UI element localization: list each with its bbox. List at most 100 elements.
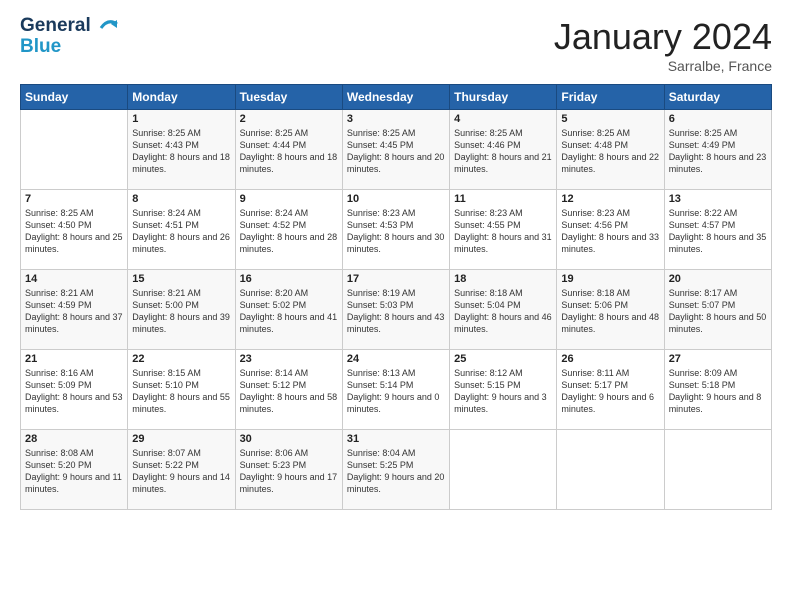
cell-info: Sunrise: 8:21 AMSunset: 4:59 PMDaylight:… <box>25 288 123 334</box>
calendar-cell: 25 Sunrise: 8:12 AMSunset: 5:15 PMDayligh… <box>450 350 557 430</box>
day-number: 4 <box>454 113 552 125</box>
calendar-cell: 20Sunrise: 8:17 AMSunset: 5:07 PMDayligh… <box>664 270 771 350</box>
cell-info: Sunrise: 8:13 AMSunset: 5:14 PMDaylight:… <box>347 368 440 414</box>
day-number: 12 <box>561 193 659 205</box>
calendar-cell <box>450 430 557 510</box>
logo-text: General <box>20 16 119 38</box>
day-number: 22 <box>132 353 230 365</box>
calendar-cell: 12 Sunrise: 8:23 AMSunset: 4:56 PMDayligh… <box>557 190 664 270</box>
col-header-wednesday: Wednesday <box>342 85 449 110</box>
calendar-cell: 24Sunrise: 8:13 AMSunset: 5:14 PMDayligh… <box>342 350 449 430</box>
cell-info: Sunrise: 8:06 AMSunset: 5:23 PMDaylight:… <box>240 448 338 494</box>
calendar-cell: 23 Sunrise: 8:14 AMSunset: 5:12 PMDayligh… <box>235 350 342 430</box>
cell-info: Sunrise: 8:25 AMSunset: 4:50 PMDaylight:… <box>25 208 123 254</box>
calendar-cell <box>557 430 664 510</box>
cell-info: Sunrise: 8:16 AMSunset: 5:09 PMDaylight:… <box>25 368 123 414</box>
week-row-2: 7 Sunrise: 8:25 AMSunset: 4:50 PMDaylight… <box>21 190 772 270</box>
day-number: 18 <box>454 273 552 285</box>
cell-info: Sunrise: 8:25 AMSunset: 4:44 PMDaylight:… <box>240 128 338 174</box>
day-number: 10 <box>347 193 445 205</box>
calendar-cell: 27 Sunrise: 8:09 AMSunset: 5:18 PMDayligh… <box>664 350 771 430</box>
day-number: 5 <box>561 113 659 125</box>
calendar-cell: 19Sunrise: 8:18 AMSunset: 5:06 PMDayligh… <box>557 270 664 350</box>
cell-info: Sunrise: 8:17 AMSunset: 5:07 PMDaylight:… <box>669 288 767 334</box>
day-number: 21 <box>25 353 123 365</box>
calendar-cell: 5 Sunrise: 8:25 AMSunset: 4:48 PMDaylight… <box>557 110 664 190</box>
cell-info: Sunrise: 8:24 AMSunset: 4:52 PMDaylight:… <box>240 208 338 254</box>
calendar-cell: 3Sunrise: 8:25 AMSunset: 4:45 PMDaylight… <box>342 110 449 190</box>
calendar-header-row: SundayMondayTuesdayWednesdayThursdayFrid… <box>21 85 772 110</box>
calendar-cell: 30Sunrise: 8:06 AMSunset: 5:23 PMDayligh… <box>235 430 342 510</box>
week-row-4: 21 Sunrise: 8:16 AMSunset: 5:09 PMDayligh… <box>21 350 772 430</box>
day-number: 11 <box>454 193 552 205</box>
week-row-5: 28Sunrise: 8:08 AMSunset: 5:20 PMDayligh… <box>21 430 772 510</box>
calendar-cell: 9 Sunrise: 8:24 AMSunset: 4:52 PMDaylight… <box>235 190 342 270</box>
calendar-cell: 15Sunrise: 8:21 AMSunset: 5:00 PMDayligh… <box>128 270 235 350</box>
calendar-cell: 4 Sunrise: 8:25 AMSunset: 4:46 PMDaylight… <box>450 110 557 190</box>
calendar-cell: 1 Sunrise: 8:25 AMSunset: 4:43 PMDaylight… <box>128 110 235 190</box>
col-header-friday: Friday <box>557 85 664 110</box>
calendar-cell: 22 Sunrise: 8:15 AMSunset: 5:10 PMDayligh… <box>128 350 235 430</box>
day-number: 2 <box>240 113 338 125</box>
calendar-cell: 29Sunrise: 8:07 AMSunset: 5:22 PMDayligh… <box>128 430 235 510</box>
day-number: 23 <box>240 353 338 365</box>
cell-info: Sunrise: 8:23 AMSunset: 4:56 PMDaylight:… <box>561 208 659 254</box>
col-header-saturday: Saturday <box>664 85 771 110</box>
calendar-cell: 7 Sunrise: 8:25 AMSunset: 4:50 PMDaylight… <box>21 190 128 270</box>
calendar-cell: 21 Sunrise: 8:16 AMSunset: 5:09 PMDayligh… <box>21 350 128 430</box>
calendar-cell: 6 Sunrise: 8:25 AMSunset: 4:49 PMDaylight… <box>664 110 771 190</box>
cell-info: Sunrise: 8:23 AMSunset: 4:53 PMDaylight:… <box>347 208 445 254</box>
cell-info: Sunrise: 8:25 AMSunset: 4:48 PMDaylight:… <box>561 128 659 174</box>
day-number: 16 <box>240 273 338 285</box>
day-number: 1 <box>132 113 230 125</box>
cell-info: Sunrise: 8:25 AMSunset: 4:45 PMDaylight:… <box>347 128 445 174</box>
calendar-cell: 31Sunrise: 8:04 AMSunset: 5:25 PMDayligh… <box>342 430 449 510</box>
logo-icon <box>97 16 119 38</box>
calendar-cell: 11 Sunrise: 8:23 AMSunset: 4:55 PMDayligh… <box>450 190 557 270</box>
calendar-cell: 8 Sunrise: 8:24 AMSunset: 4:51 PMDaylight… <box>128 190 235 270</box>
calendar-cell: 10 Sunrise: 8:23 AMSunset: 4:53 PMDayligh… <box>342 190 449 270</box>
cell-info: Sunrise: 8:24 AMSunset: 4:51 PMDaylight:… <box>132 208 230 254</box>
calendar-cell: 14 Sunrise: 8:21 AMSunset: 4:59 PMDayligh… <box>21 270 128 350</box>
cell-info: Sunrise: 8:15 AMSunset: 5:10 PMDaylight:… <box>132 368 230 414</box>
cell-info: Sunrise: 8:20 AMSunset: 5:02 PMDaylight:… <box>240 288 338 334</box>
day-number: 27 <box>669 353 767 365</box>
day-number: 31 <box>347 433 445 445</box>
day-number: 15 <box>132 273 230 285</box>
cell-info: Sunrise: 8:18 AMSunset: 5:04 PMDaylight:… <box>454 288 552 334</box>
col-header-tuesday: Tuesday <box>235 85 342 110</box>
col-header-monday: Monday <box>128 85 235 110</box>
cell-info: Sunrise: 8:19 AMSunset: 5:03 PMDaylight:… <box>347 288 445 334</box>
cell-info: Sunrise: 8:14 AMSunset: 5:12 PMDaylight:… <box>240 368 338 414</box>
calendar-cell: 2 Sunrise: 8:25 AMSunset: 4:44 PMDaylight… <box>235 110 342 190</box>
day-number: 6 <box>669 113 767 125</box>
day-number: 7 <box>25 193 123 205</box>
cell-info: Sunrise: 8:22 AMSunset: 4:57 PMDaylight:… <box>669 208 767 254</box>
col-header-thursday: Thursday <box>450 85 557 110</box>
calendar-cell <box>21 110 128 190</box>
cell-info: Sunrise: 8:25 AMSunset: 4:49 PMDaylight:… <box>669 128 767 174</box>
calendar-cell: 16 Sunrise: 8:20 AMSunset: 5:02 PMDayligh… <box>235 270 342 350</box>
calendar-table: SundayMondayTuesdayWednesdayThursdayFrid… <box>20 84 772 510</box>
week-row-1: 1 Sunrise: 8:25 AMSunset: 4:43 PMDaylight… <box>21 110 772 190</box>
day-number: 14 <box>25 273 123 285</box>
day-number: 13 <box>669 193 767 205</box>
day-number: 19 <box>561 273 659 285</box>
day-number: 26 <box>561 353 659 365</box>
cell-info: Sunrise: 8:11 AMSunset: 5:17 PMDaylight:… <box>561 368 654 414</box>
month-title: January 2024 <box>554 16 772 58</box>
week-row-3: 14 Sunrise: 8:21 AMSunset: 4:59 PMDayligh… <box>21 270 772 350</box>
calendar-cell <box>664 430 771 510</box>
day-number: 8 <box>132 193 230 205</box>
cell-info: Sunrise: 8:23 AMSunset: 4:55 PMDaylight:… <box>454 208 552 254</box>
location-label: Sarralbe, France <box>554 58 772 74</box>
day-number: 25 <box>454 353 552 365</box>
day-number: 17 <box>347 273 445 285</box>
day-number: 9 <box>240 193 338 205</box>
calendar-cell: 13 Sunrise: 8:22 AMSunset: 4:57 PMDayligh… <box>664 190 771 270</box>
cell-info: Sunrise: 8:25 AMSunset: 4:46 PMDaylight:… <box>454 128 552 174</box>
cell-info: Sunrise: 8:12 AMSunset: 5:15 PMDaylight:… <box>454 368 547 414</box>
cell-info: Sunrise: 8:25 AMSunset: 4:43 PMDaylight:… <box>132 128 230 174</box>
calendar-cell: 17 Sunrise: 8:19 AMSunset: 5:03 PMDayligh… <box>342 270 449 350</box>
cell-info: Sunrise: 8:09 AMSunset: 5:18 PMDaylight:… <box>669 368 762 414</box>
